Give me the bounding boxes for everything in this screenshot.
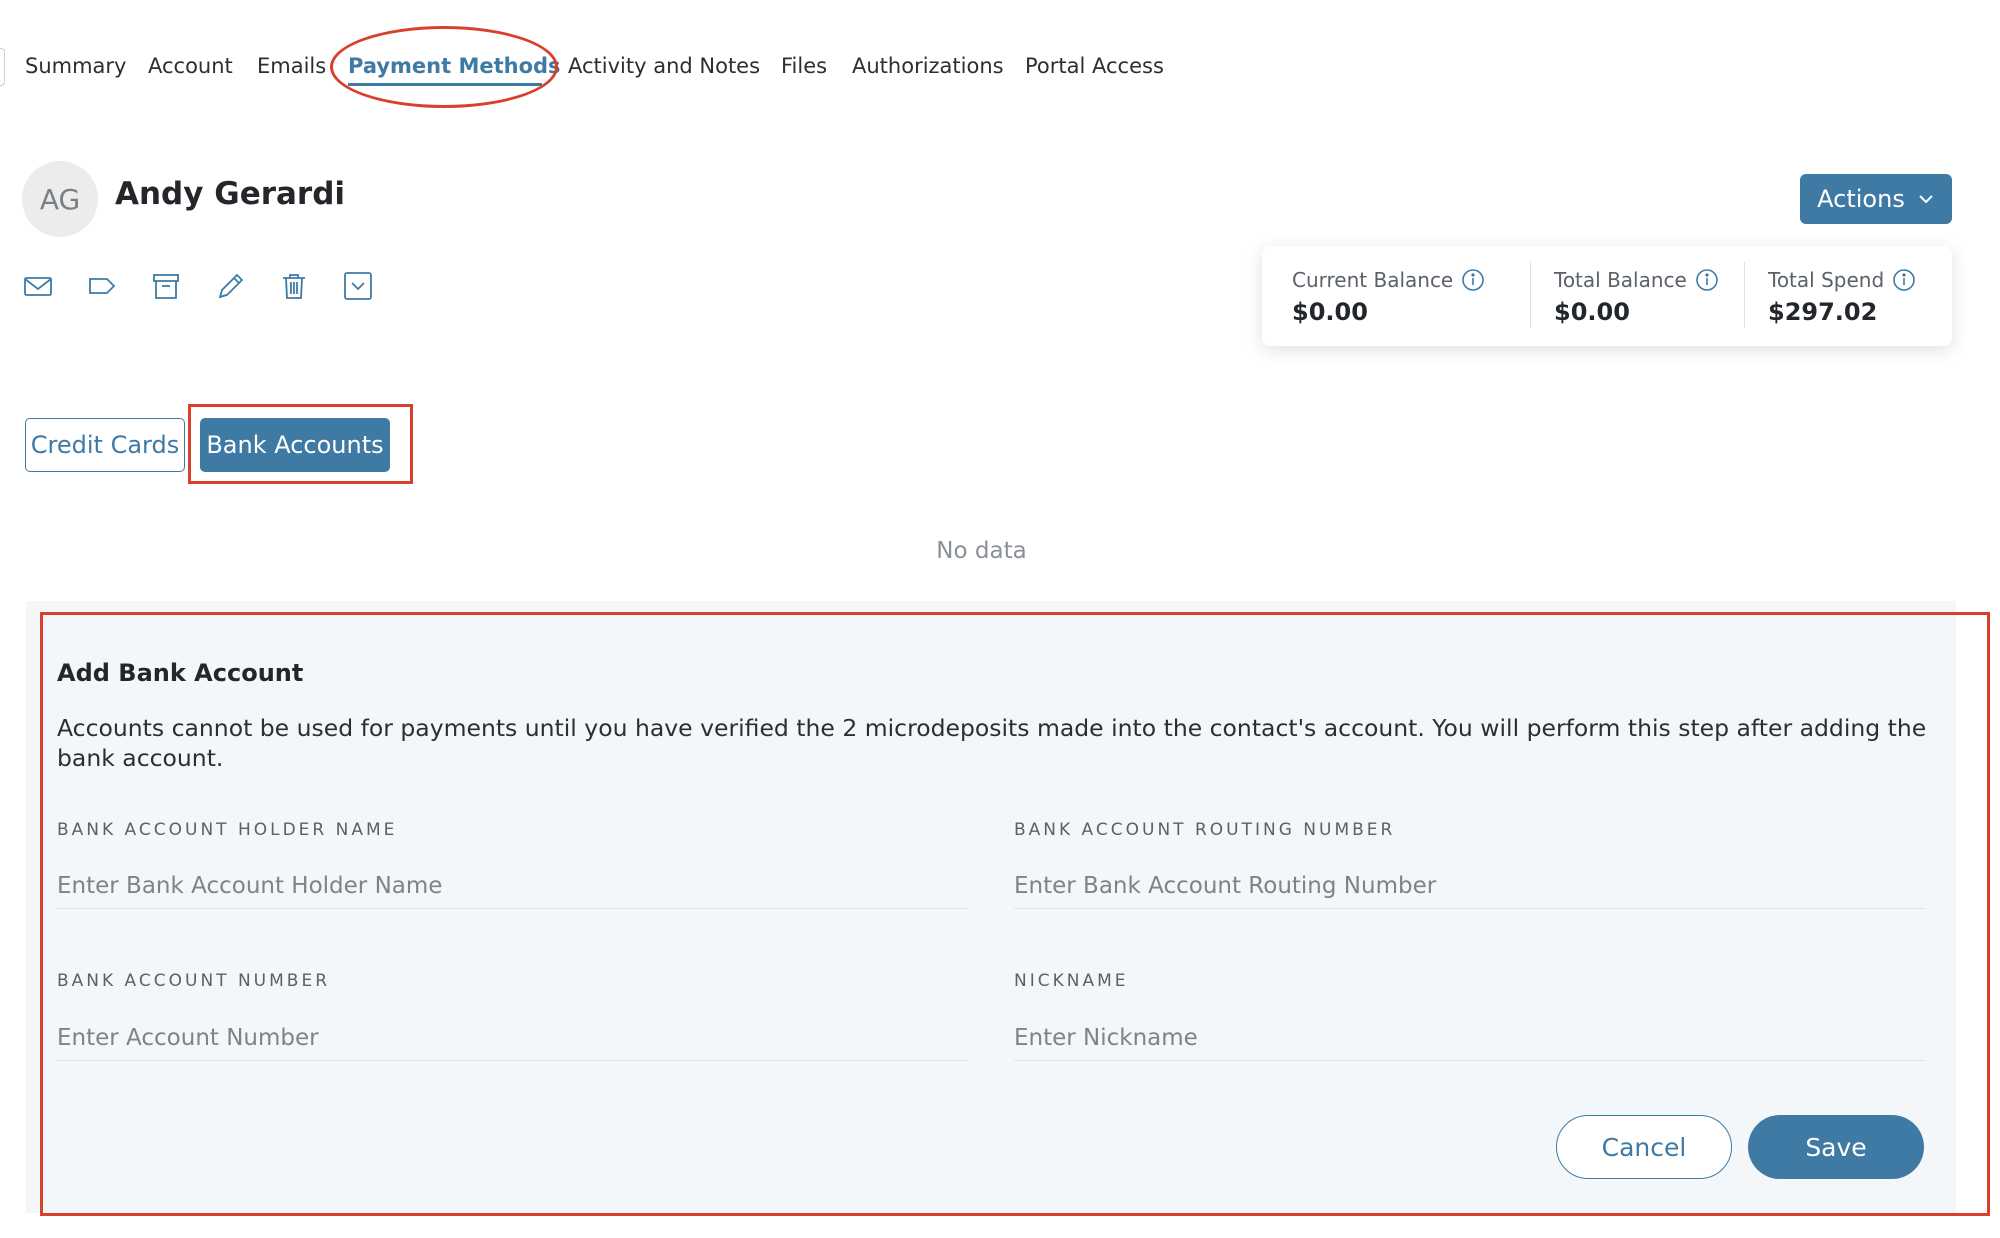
info-icon[interactable] <box>1695 268 1719 292</box>
avatar: AG <box>22 161 98 237</box>
tab-authorizations[interactable]: Authorizations <box>852 54 1004 78</box>
total-spend-label: Total Spend <box>1768 268 1885 292</box>
current-balance-stat: Current Balance $0.00 <box>1292 268 1485 326</box>
total-balance-value: $0.00 <box>1554 298 1630 326</box>
tab-bar: Summary Account Emails Payment Methods A… <box>0 40 1250 100</box>
tab-emails[interactable]: Emails <box>257 54 326 78</box>
actions-label: Actions <box>1817 185 1905 213</box>
stat-divider <box>1744 262 1745 328</box>
tag-icon[interactable] <box>84 268 120 304</box>
info-icon[interactable] <box>1892 268 1916 292</box>
tab-portal-access[interactable]: Portal Access <box>1025 54 1164 78</box>
total-spend-value: $297.02 <box>1768 298 1878 326</box>
stat-divider <box>1530 262 1531 328</box>
trash-icon[interactable] <box>276 268 312 304</box>
current-balance-label: Current Balance <box>1292 268 1454 292</box>
info-icon[interactable] <box>1461 268 1485 292</box>
tab-activity-and-notes[interactable]: Activity and Notes <box>568 54 760 78</box>
total-balance-stat: Total Balance $0.00 <box>1554 268 1719 326</box>
mail-icon[interactable] <box>20 268 56 304</box>
actions-button[interactable]: Actions <box>1800 174 1952 224</box>
archive-icon[interactable] <box>148 268 184 304</box>
pencil-icon[interactable] <box>212 268 248 304</box>
credit-cards-button[interactable]: Credit Cards <box>25 418 185 472</box>
tab-account[interactable]: Account <box>148 54 233 78</box>
annotation-rectangle <box>188 404 413 484</box>
total-balance-label: Total Balance <box>1554 268 1687 292</box>
dropdown-box-icon[interactable] <box>340 268 376 304</box>
current-balance-value: $0.00 <box>1292 298 1368 326</box>
tab-summary[interactable]: Summary <box>25 54 126 78</box>
total-spend-stat: Total Spend $297.02 <box>1768 268 1916 326</box>
annotation-ellipse <box>330 26 558 108</box>
chevron-down-icon <box>1919 195 1933 204</box>
balance-card: Current Balance $0.00 Total Balance $0.0… <box>1262 246 1952 346</box>
contact-name: Andy Gerardi <box>115 176 346 212</box>
empty-state-text: No data <box>936 538 1027 564</box>
tab-files[interactable]: Files <box>781 54 827 78</box>
annotation-rectangle <box>40 612 1990 1216</box>
